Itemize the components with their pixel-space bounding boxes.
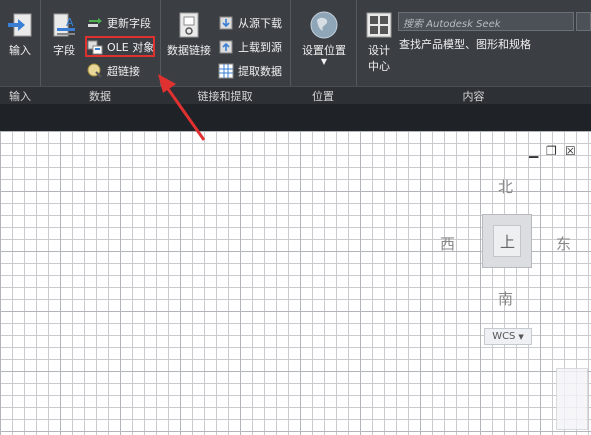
annotation-arrow <box>158 74 206 141</box>
